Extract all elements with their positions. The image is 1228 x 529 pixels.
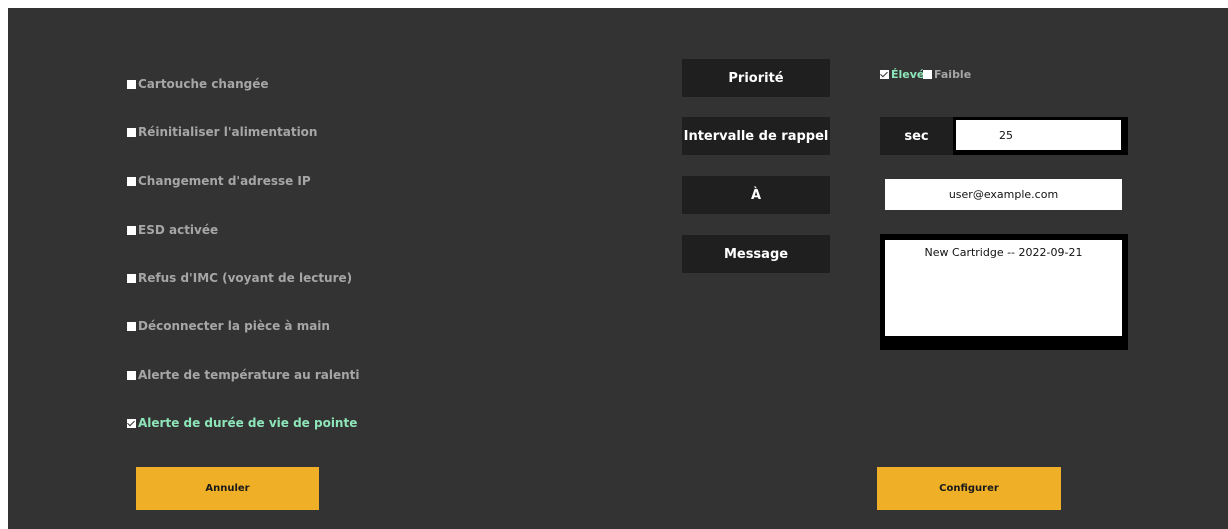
priority-high-label: Élevé [891,67,925,81]
checkbox[interactable] [923,69,932,79]
alert-option-label: ESD activée [138,223,219,237]
checkbox[interactable] [127,370,136,380]
interval-label: Intervalle de rappel [682,117,830,155]
checkbox[interactable] [127,225,136,235]
priority-high-option[interactable]: Élevé [880,67,924,81]
message-label: Message [682,235,830,273]
alert-option-handpiece-disconnect[interactable]: Déconnecter la pièce à main [127,318,330,334]
priority-label: Priorité [682,59,830,97]
checkbox[interactable] [127,79,136,89]
checkbox-checked[interactable] [127,418,136,428]
to-label: À [682,176,830,214]
alert-option-label: Déconnecter la pièce à main [138,319,330,333]
interval-unit-label: sec [880,117,953,155]
message-textarea[interactable]: New Cartridge -- 2022-09-21 [885,240,1122,336]
configure-button[interactable]: Configurer [877,467,1061,510]
alert-option-power-reset[interactable]: Réinitialiser l'alimentation [127,124,317,140]
priority-low-option[interactable]: Faible [923,67,971,81]
alert-option-cartridge-changed[interactable]: Cartouche changée [127,76,268,92]
checkbox-checked[interactable] [880,69,889,79]
cancel-button[interactable]: Annuler [136,467,319,510]
alert-option-label: Changement d'adresse IP [138,174,311,188]
alert-option-label: Alerte de température au ralenti [138,368,360,382]
alert-option-label: Réinitialiser l'alimentation [138,125,318,139]
checkbox[interactable] [127,176,136,186]
checkbox[interactable] [127,127,136,137]
interval-input[interactable]: 25 [956,120,1121,150]
email-to-input[interactable]: user@example.com [885,179,1122,210]
alert-option-label: Cartouche changée [138,77,269,91]
alert-option-idle-temperature[interactable]: Alerte de température au ralenti [127,367,360,383]
alert-option-esd-active[interactable]: ESD activée [127,222,218,238]
checkbox[interactable] [127,321,136,331]
priority-low-label: Faible [934,67,972,81]
alert-option-tip-life[interactable]: Alerte de durée de vie de pointe [127,415,357,431]
alert-option-imc-refusal[interactable]: Refus d'IMC (voyant de lecture) [127,270,352,286]
alert-option-label: Alerte de durée de vie de pointe [138,416,358,430]
alert-option-label: Refus d'IMC (voyant de lecture) [138,271,353,285]
checkbox[interactable] [127,273,136,283]
alert-option-ip-change[interactable]: Changement d'adresse IP [127,173,311,189]
